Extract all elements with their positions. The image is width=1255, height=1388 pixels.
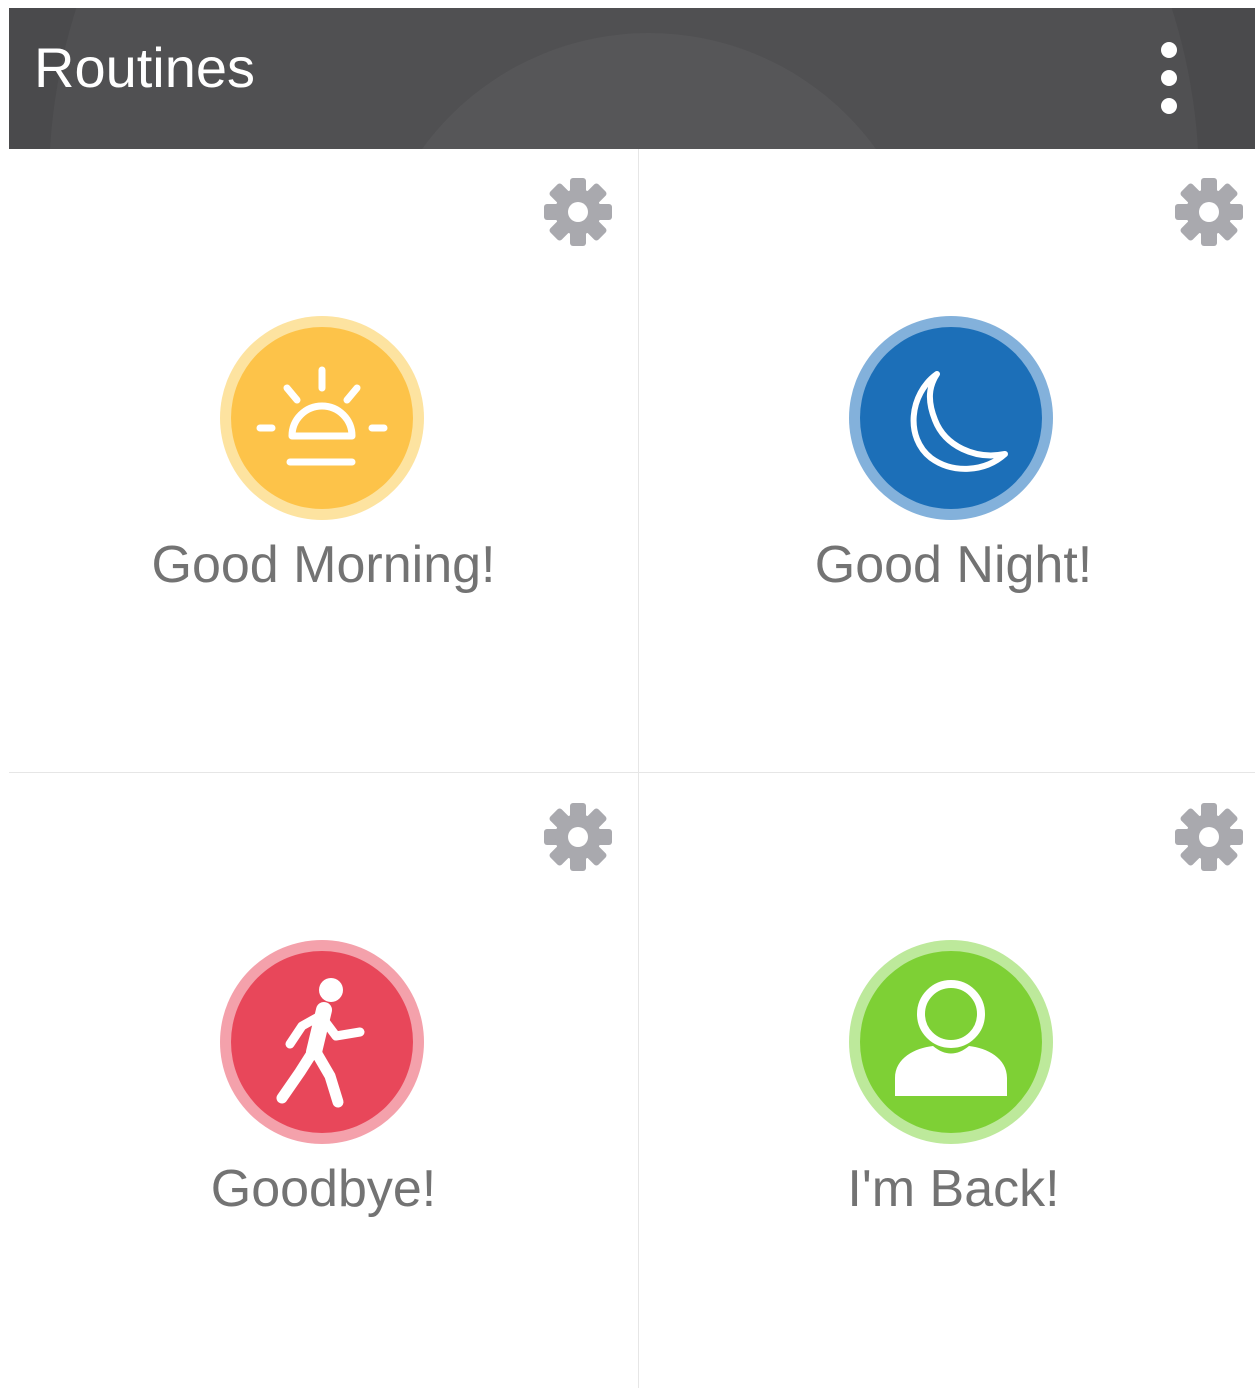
routine-label: Good Night! bbox=[814, 536, 1093, 594]
routine-tile-good-morning[interactable]: Good Morning! bbox=[9, 149, 638, 772]
moon-icon bbox=[849, 316, 1053, 520]
routine-label: Goodbye! bbox=[210, 1160, 437, 1218]
grid-divider-horizontal bbox=[9, 772, 1255, 773]
routine-tile-good-night[interactable]: Good Night! bbox=[638, 149, 1255, 772]
gear-icon bbox=[544, 178, 612, 246]
routine-settings-button[interactable] bbox=[1174, 802, 1244, 872]
routine-label: Good Morning! bbox=[151, 536, 496, 594]
gear-icon bbox=[1175, 178, 1243, 246]
routine-icon-circle[interactable] bbox=[220, 316, 424, 520]
routine-tile-goodbye[interactable]: Goodbye! bbox=[9, 772, 638, 1388]
routines-grid: Good Morning! Good Night! Goodbye! I'm B… bbox=[9, 149, 1255, 1388]
routine-label: I'm Back! bbox=[847, 1160, 1060, 1218]
gear-icon bbox=[544, 803, 612, 871]
grid-divider-vertical bbox=[638, 149, 639, 1388]
walking-person-icon bbox=[220, 940, 424, 1144]
routine-settings-button[interactable] bbox=[1174, 177, 1244, 247]
user-icon bbox=[849, 940, 1053, 1144]
routine-tile-im-back[interactable]: I'm Back! bbox=[638, 772, 1255, 1388]
routine-settings-button[interactable] bbox=[543, 802, 613, 872]
routine-settings-button[interactable] bbox=[543, 177, 613, 247]
more-options-button[interactable] bbox=[1139, 36, 1199, 120]
sunrise-icon bbox=[220, 316, 424, 520]
routine-icon-circle[interactable] bbox=[849, 316, 1053, 520]
page-title: Routines bbox=[34, 36, 256, 99]
gear-icon bbox=[1175, 803, 1243, 871]
app-header: Routines bbox=[9, 8, 1255, 149]
more-vertical-icon bbox=[1161, 42, 1177, 114]
routine-icon-circle[interactable] bbox=[220, 940, 424, 1144]
routine-icon-circle[interactable] bbox=[849, 940, 1053, 1144]
